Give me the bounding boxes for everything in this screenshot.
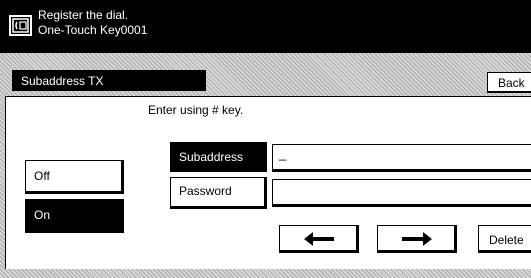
on-button-label: On <box>34 208 51 222</box>
delete-button-label: Delete <box>489 233 524 247</box>
header-text: Register the dial. One-Touch Key0001 <box>38 8 147 38</box>
delete-button[interactable]: Delete <box>478 225 531 253</box>
password-button[interactable]: Password <box>170 177 267 209</box>
password-button-label: Password <box>179 184 232 198</box>
header-line-1: Register the dial. <box>38 8 129 22</box>
subaddress-button-label: Subaddress <box>179 150 244 164</box>
off-button[interactable]: Off <box>25 160 124 194</box>
header-line-2: One-Touch Key0001 <box>38 23 148 37</box>
subaddress-value: _ <box>279 146 287 161</box>
password-field[interactable] <box>272 179 531 207</box>
arrow-right-icon <box>402 232 432 246</box>
cursor-right-button[interactable] <box>377 225 457 253</box>
off-button-label: Off <box>34 169 50 183</box>
fax-register-icon <box>9 15 32 36</box>
cursor-left-button[interactable] <box>279 225 359 253</box>
arrow-left-icon <box>304 232 334 246</box>
on-button[interactable]: On <box>25 199 124 233</box>
instruction-text: Enter using # key. <box>148 103 244 117</box>
header-bar: Register the dial. One-Touch Key0001 <box>0 0 531 53</box>
panel-title: Subaddress TX <box>12 70 206 91</box>
back-button[interactable]: Back <box>487 72 531 93</box>
subaddress-button[interactable]: Subaddress <box>170 142 267 172</box>
panel-title-label: Subaddress TX <box>21 74 104 88</box>
back-button-label: Back <box>498 76 525 90</box>
subaddress-field[interactable]: _ <box>272 144 531 172</box>
